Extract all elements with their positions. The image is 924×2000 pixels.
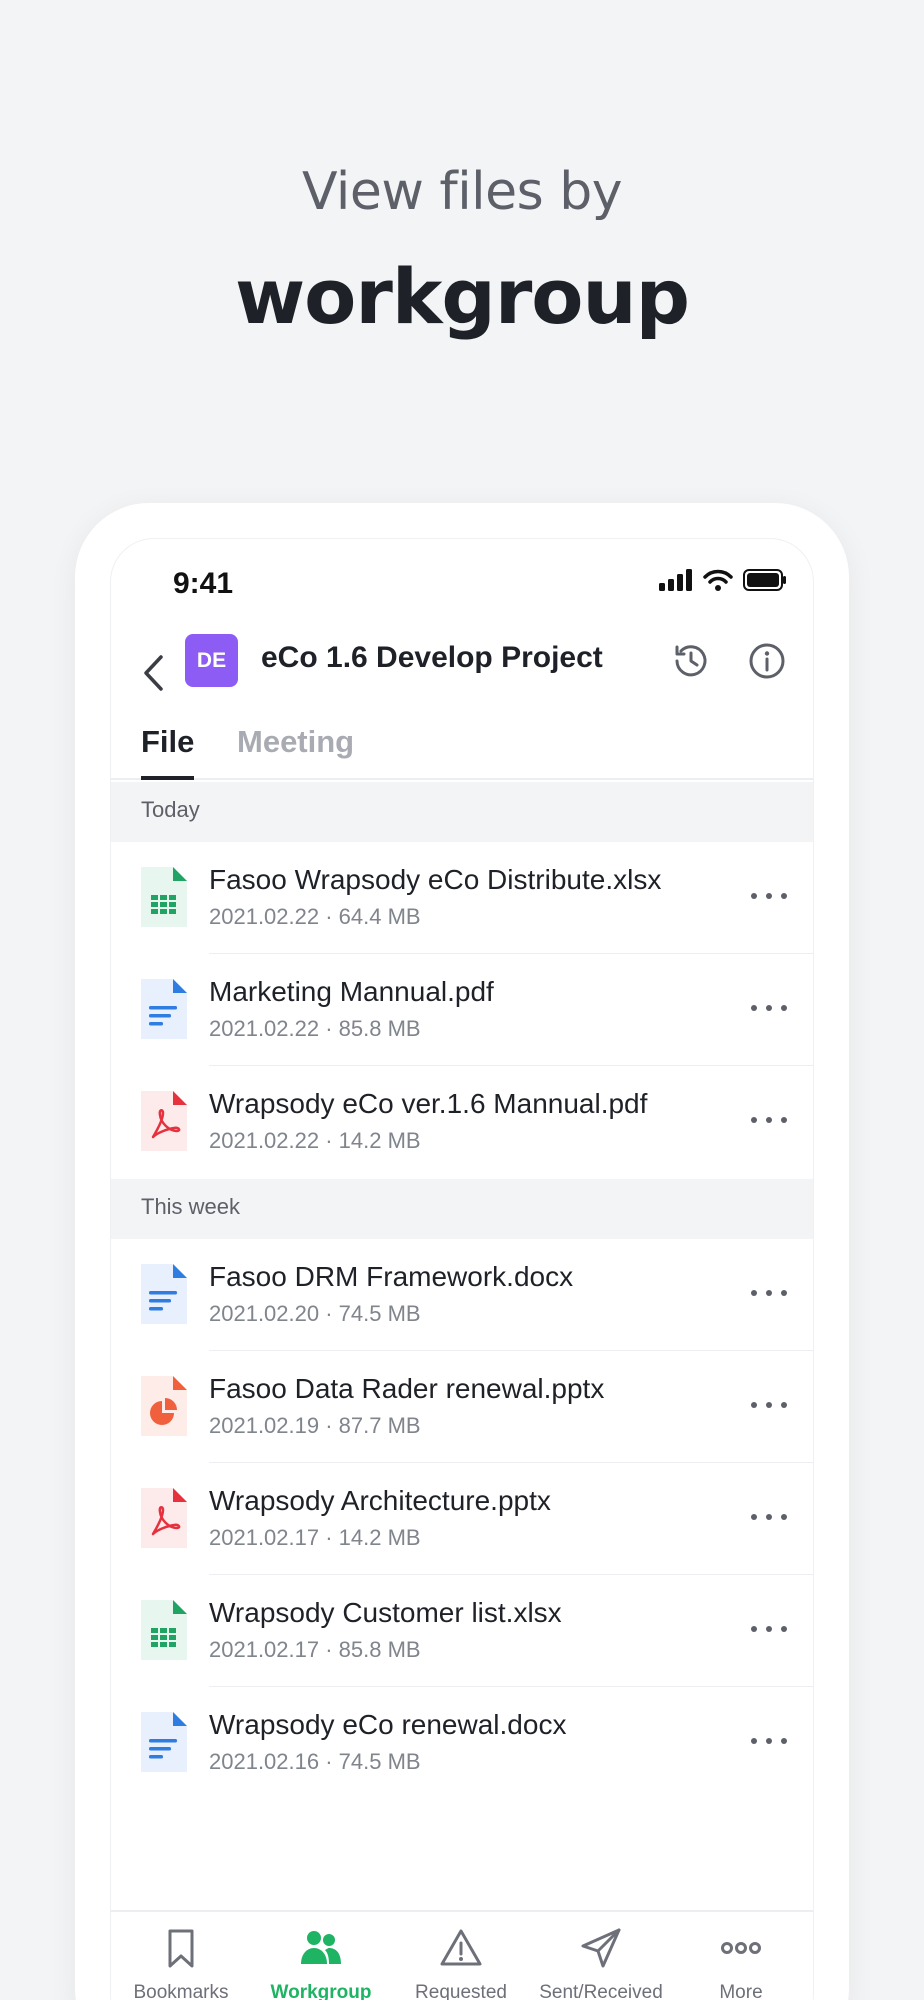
content-tabs: File Meeting	[111, 724, 813, 780]
more-options-button[interactable]	[751, 994, 787, 1022]
section-header-today: Today	[111, 782, 813, 842]
bottom-tab-workgroup[interactable]: Workgroup	[251, 1912, 391, 2000]
doc-file-icon	[141, 1712, 187, 1772]
xlsx-file-icon	[141, 1600, 187, 1660]
file-meta: 2021.02.19 · 87.7 MB	[209, 1413, 421, 1438]
file-row[interactable]: Fasoo Data Rader renewal.pptx 2021.02.19…	[111, 1351, 813, 1463]
section-label: Today	[141, 797, 200, 822]
file-row[interactable]: Wrapsody eCo renewal.docx 2021.02.16 · 7…	[111, 1687, 813, 1799]
tab-meeting[interactable]: Meeting	[237, 724, 354, 780]
file-meta: 2021.02.16 · 74.5 MB	[209, 1749, 421, 1774]
more-options-button[interactable]	[751, 1106, 787, 1134]
file-meta: 2021.02.17 · 14.2 MB	[209, 1525, 421, 1550]
chevron-left-icon	[144, 655, 163, 691]
file-meta: 2021.02.17 · 85.8 MB	[209, 1637, 421, 1662]
file-name: Wrapsody eCo renewal.docx	[209, 1709, 567, 1740]
back-button[interactable]	[133, 648, 173, 698]
file-name: Wrapsody Architecture.pptx	[209, 1485, 551, 1516]
send-icon	[581, 1928, 621, 1968]
project-badge: DE	[185, 634, 238, 687]
file-name: Fasoo Wrapsody eCo Distribute.xlsx	[209, 864, 662, 895]
warning-icon	[440, 1929, 482, 1966]
bottom-tab-bar: Bookmarks Workgroup Requested Sent/Recei…	[111, 1910, 813, 2000]
pptx-file-icon	[141, 1376, 187, 1436]
signal-icon	[659, 569, 692, 591]
bookmark-icon	[168, 1929, 194, 1968]
bottom-tab-more[interactable]: More	[671, 1912, 811, 2000]
promo-title: workgroup	[234, 252, 690, 341]
bottom-tab-label: Requested	[415, 1982, 507, 2000]
more-options-button[interactable]	[751, 1615, 787, 1643]
bottom-tab-bookmarks[interactable]: Bookmarks	[111, 1912, 251, 2000]
bottom-tab-label: Bookmarks	[133, 1982, 229, 2000]
phone-screen: 9:41 DE eCo 1.6 Develop Project File Mee…	[110, 538, 814, 2000]
file-name: Marketing Mannual.pdf	[209, 976, 494, 1007]
more-options-button[interactable]	[751, 1727, 787, 1755]
file-meta: 2021.02.22 · 85.8 MB	[209, 1016, 421, 1041]
bottom-tab-label: Sent/Received	[539, 1982, 663, 2000]
more-options-button[interactable]	[751, 882, 787, 910]
file-row[interactable]: Marketing Mannual.pdf 2021.02.22 · 85.8 …	[111, 954, 813, 1066]
status-time: 9:41	[173, 567, 234, 600]
file-row[interactable]: Wrapsody Customer list.xlsx 2021.02.17 ·…	[111, 1575, 813, 1687]
more-options-button[interactable]	[751, 1503, 787, 1531]
tab-file[interactable]: File	[141, 724, 195, 780]
doc-file-icon	[141, 1264, 187, 1324]
wifi-icon	[703, 569, 733, 591]
pdf-file-icon	[141, 1091, 187, 1151]
file-meta: 2021.02.22 · 14.2 MB	[209, 1128, 421, 1153]
bottom-tab-label: Workgroup	[270, 1982, 372, 2000]
nav-bar: DE eCo 1.6 Develop Project	[111, 634, 813, 714]
info-icon	[749, 643, 785, 679]
doc-file-icon	[141, 979, 187, 1039]
file-meta: 2021.02.20 · 74.5 MB	[209, 1301, 421, 1326]
file-row[interactable]: Fasoo DRM Framework.docx 2021.02.20 · 74…	[111, 1239, 813, 1351]
bottom-tab-sent-received[interactable]: Sent/Received	[531, 1912, 671, 2000]
bottom-tab-label: More	[719, 1982, 763, 2000]
section-label: This week	[141, 1194, 241, 1219]
project-title: eCo 1.6 Develop Project	[261, 641, 603, 674]
section-header-this-week: This week	[111, 1179, 813, 1239]
more-options-button[interactable]	[751, 1391, 787, 1419]
history-button[interactable]	[671, 641, 711, 681]
file-name: Fasoo DRM Framework.docx	[209, 1261, 574, 1292]
file-row[interactable]: Wrapsody Architecture.pptx 2021.02.17 · …	[111, 1463, 813, 1575]
pdf-file-icon	[141, 1488, 187, 1548]
battery-icon	[743, 569, 786, 591]
file-name: Wrapsody Customer list.xlsx	[209, 1597, 562, 1628]
file-meta: 2021.02.22 · 64.4 MB	[209, 904, 421, 929]
more-icon	[721, 1942, 761, 1954]
file-row[interactable]: Wrapsody eCo ver.1.6 Mannual.pdf 2021.02…	[111, 1066, 813, 1178]
people-icon	[301, 1931, 341, 1964]
xlsx-file-icon	[141, 867, 187, 927]
file-name: Fasoo Data Rader renewal.pptx	[209, 1373, 605, 1404]
info-button[interactable]	[747, 641, 787, 681]
more-options-button[interactable]	[751, 1279, 787, 1307]
bottom-tab-requested[interactable]: Requested	[391, 1912, 531, 2000]
promo-subtitle: View files by	[301, 162, 623, 222]
file-name: Wrapsody eCo ver.1.6 Mannual.pdf	[209, 1088, 648, 1119]
status-bar: 9:41	[111, 539, 813, 629]
history-icon	[675, 645, 707, 677]
file-row[interactable]: Fasoo Wrapsody eCo Distribute.xlsx 2021.…	[111, 842, 813, 954]
